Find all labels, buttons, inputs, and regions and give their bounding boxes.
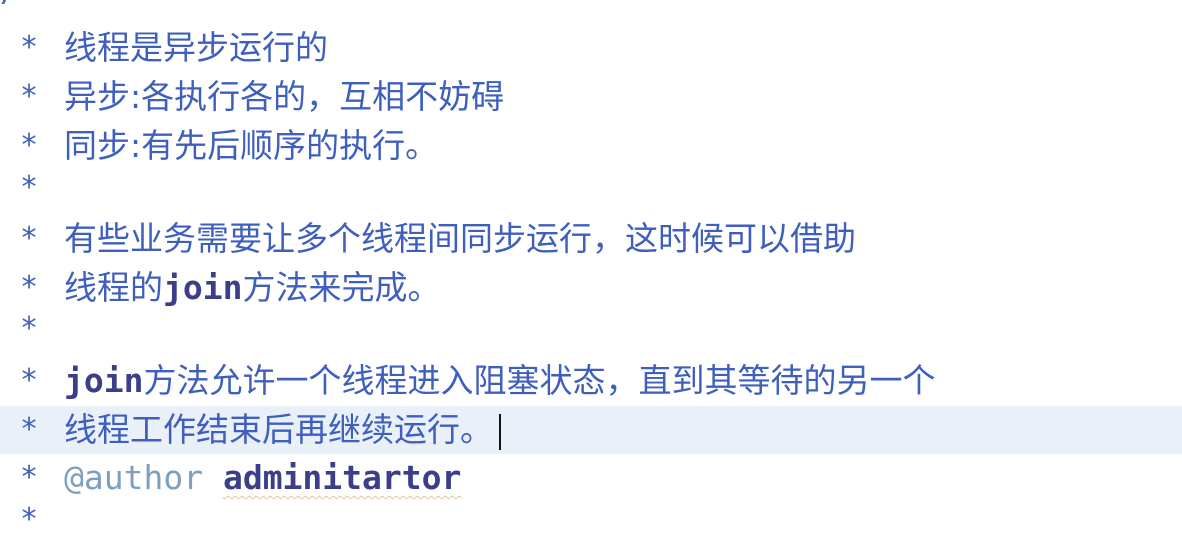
comment-text: 有些业务需要让多个线程间同步运行，这时候可以借助 (64, 219, 856, 258)
code-line[interactable]: * (0, 305, 1182, 353)
code-line[interactable]: * 同步:有先后顺序的执行。 (0, 122, 1182, 170)
current-code-line[interactable]: * 线程工作结束后再继续运行。 (0, 406, 1182, 454)
comment-star: * (20, 412, 39, 447)
code-line[interactable]: * (0, 496, 1182, 544)
code-line[interactable]: * 有些业务需要让多个线程间同步运行，这时候可以借助 (0, 215, 1182, 263)
comment-star: * (20, 460, 39, 495)
comment-star: * (20, 221, 39, 256)
comment-text: 线程工作结束后再继续运行。 (64, 410, 493, 449)
code-keyword: join (163, 268, 243, 307)
author-name: adminitartor (222, 458, 462, 497)
comment-star: * (20, 128, 39, 163)
comment-star: * (20, 170, 39, 205)
javadoc-author-tag: @author (64, 458, 204, 497)
comment-text: 同步:有先后顺序的执行。 (64, 126, 439, 165)
comment-text: 方法允许一个线程进入阻塞状态，直到其等待的另一个 (143, 361, 936, 400)
comment-star: * (20, 30, 39, 65)
comment-text: 线程是异步运行的 (64, 28, 328, 67)
comment-star: * (20, 79, 39, 114)
comment-star: * (20, 311, 39, 346)
code-line[interactable]: * 线程是异步运行的 (0, 24, 1182, 72)
code-line[interactable]: * 异步:各执行各的，互相不妨碍 (0, 73, 1182, 121)
comment-text: 异步:各执行各的，互相不妨碍 (64, 77, 505, 116)
text-caret (499, 413, 501, 450)
code-line[interactable]: * (0, 164, 1182, 212)
code-line[interactable]: * join方法允许一个线程进入阻塞状态，直到其等待的另一个 (0, 357, 1182, 405)
comment-text: 方法来完成。 (242, 268, 441, 307)
comment-text: 线程的 (64, 268, 163, 307)
comment-star: * (20, 363, 39, 398)
comment-star: * (20, 502, 39, 537)
code-keyword: join (64, 361, 144, 400)
comment-open: /** (0, 0, 54, 9)
code-line[interactable]: * @author adminitartor (0, 454, 1182, 502)
